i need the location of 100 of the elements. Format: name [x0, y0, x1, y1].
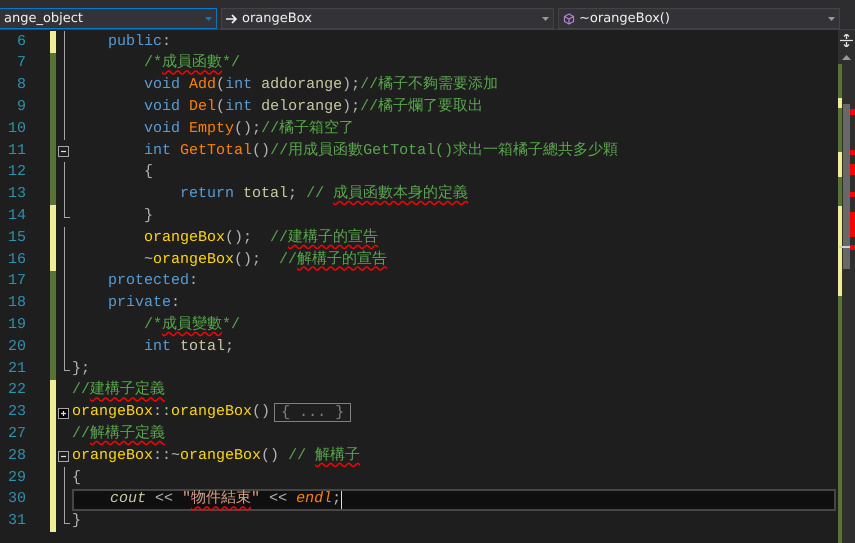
- line-number: 6: [16, 32, 26, 52]
- comment: //: [288, 446, 308, 466]
- expand-icon[interactable]: [58, 408, 69, 419]
- punctuation: {: [72, 468, 82, 488]
- project-dropdown[interactable]: ange_object: [0, 8, 217, 29]
- line-number: 15: [6, 228, 26, 248]
- function-name: Empty: [189, 118, 234, 139]
- line-number: 22: [6, 380, 26, 400]
- scroll-up-arrow-icon[interactable]: [842, 54, 851, 60]
- comment: //: [72, 381, 90, 400]
- punctuation: <<: [154, 489, 174, 510]
- punctuation: ;: [225, 336, 234, 357]
- comment: 成員函數本身的定義: [333, 183, 468, 204]
- class-name: orangeBox: [153, 250, 234, 270]
- punctuation: ::~: [153, 446, 180, 466]
- line-number: 18: [6, 293, 26, 314]
- type-name: orangeBox: [242, 10, 312, 28]
- punctuation: (: [216, 97, 226, 118]
- punctuation: :: [171, 293, 180, 314]
- comment: //: [270, 228, 288, 248]
- dropdown-caret-icon: [828, 16, 835, 20]
- collapse-icon[interactable]: [58, 146, 69, 157]
- class-name: orangeBox: [180, 446, 262, 466]
- comment: //橘子爛了要取出: [360, 96, 484, 118]
- identifier: total: [180, 336, 226, 357]
- punctuation: );: [342, 75, 360, 96]
- comment: 解構子: [315, 446, 360, 466]
- comment: 建構子定義: [90, 379, 166, 400]
- type-dropdown[interactable]: orangeBox: [221, 8, 554, 29]
- keyword: private: [107, 293, 172, 314]
- string-literal: ": [251, 489, 260, 510]
- function-name: Add: [189, 75, 216, 96]
- keyword: void: [143, 75, 182, 96]
- comment: /*: [143, 315, 162, 336]
- comment: 解構子定義: [90, 423, 166, 444]
- line-number: 19: [6, 315, 26, 336]
- collapse-icon[interactable]: [58, 451, 69, 462]
- function-name: Del: [189, 97, 216, 118]
- identifier: addorange: [261, 75, 342, 96]
- punctuation: ();: [234, 250, 262, 270]
- punctuation: };: [72, 358, 90, 379]
- line-number: 17: [6, 271, 26, 292]
- line-number: 11: [6, 140, 26, 161]
- text-cursor: [341, 490, 342, 509]
- dropdown-caret-icon: [205, 16, 212, 20]
- keyword: return: [179, 184, 236, 204]
- line-number: 12: [6, 162, 26, 182]
- cube-icon: [563, 12, 575, 24]
- keyword: int: [143, 140, 172, 161]
- line-number: 20: [6, 336, 26, 357]
- line-number: 13: [6, 184, 26, 204]
- keyword: int: [143, 336, 172, 357]
- function-name: GetTotal: [180, 140, 252, 161]
- punctuation: (): [261, 446, 280, 466]
- comment: 建構子的宣告: [288, 227, 378, 248]
- split-window-icon[interactable]: [840, 34, 853, 47]
- line-number: 23: [6, 402, 26, 422]
- identifier: cout: [109, 489, 146, 510]
- punctuation: }: [143, 206, 154, 226]
- comment: //: [279, 250, 298, 270]
- line-number: 10: [6, 118, 26, 139]
- line-number: 29: [6, 468, 26, 488]
- arrow-icon: [226, 14, 238, 24]
- comment: */: [222, 53, 240, 74]
- comment: /*: [143, 53, 162, 74]
- line-number: 16: [6, 250, 26, 270]
- punctuation: ;: [288, 184, 298, 204]
- member-dropdown[interactable]: ~orangeBox(): [558, 8, 840, 29]
- line-number: 30: [6, 489, 26, 510]
- punctuation: ;: [332, 489, 342, 510]
- class-name: orangeBox: [72, 402, 154, 422]
- identifier: delorange: [261, 97, 342, 118]
- punctuation: <<: [268, 489, 288, 510]
- identifier: endl: [296, 489, 332, 510]
- keyword: void: [143, 97, 182, 118]
- comment: 成員函數: [162, 52, 222, 74]
- comment: //用成員函數GetTotal()求出一箱橘子總共多少顆: [270, 140, 618, 161]
- project-name: ange_object: [4, 10, 84, 28]
- punctuation: ();: [234, 118, 262, 139]
- line-number: 21: [6, 358, 26, 379]
- class-name: orangeBox: [171, 402, 252, 422]
- scrollbar-overview-drawing[interactable]: [838, 64, 855, 543]
- member-name: ~orangeBox(): [579, 10, 670, 28]
- punctuation: ();: [225, 228, 254, 248]
- line-number: 28: [6, 446, 26, 466]
- punctuation: (): [252, 402, 270, 422]
- punctuation: (: [216, 75, 226, 96]
- punctuation: ::: [153, 402, 172, 422]
- keyword: protected: [107, 271, 190, 292]
- line-number: 8: [16, 75, 26, 96]
- comment: 解構子的宣告: [297, 249, 388, 270]
- string-literal: ": [182, 489, 192, 510]
- line-number: 9: [16, 97, 26, 118]
- punctuation: :: [189, 271, 198, 292]
- line-number: 7: [16, 53, 26, 74]
- keyword: int: [225, 97, 254, 118]
- punctuation: );: [342, 97, 360, 118]
- collapsed-code-block[interactable]: { ... }: [274, 402, 352, 422]
- string-literal: 物件結束: [191, 488, 252, 510]
- punctuation: {: [143, 162, 154, 182]
